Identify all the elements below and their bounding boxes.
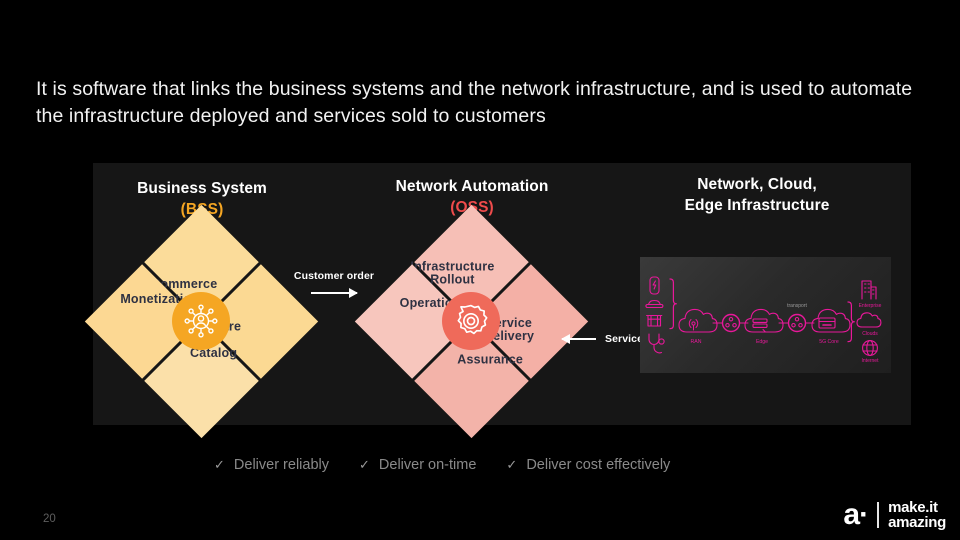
mobile-phone-icon bbox=[649, 276, 660, 295]
logo-divider bbox=[877, 502, 880, 528]
cloud-datacenter-icon bbox=[811, 308, 851, 333]
page-number: 20 bbox=[43, 513, 56, 525]
column-title-network-line1: Network, Cloud, bbox=[697, 176, 817, 193]
network-node-label-edge: Edge bbox=[756, 339, 768, 345]
right-target-label-internet: Internet bbox=[862, 358, 880, 364]
column-title-network-line2: Edge Infrastructure bbox=[684, 197, 830, 214]
cloud-icon bbox=[856, 312, 882, 328]
oss-q1-line2: Rollout bbox=[430, 272, 475, 287]
benefit-item-1-label: Deliver reliably bbox=[233, 457, 329, 473]
logo-wordmark: make.it amazing bbox=[888, 500, 946, 530]
benefit-item-1: ✓ Deliver reliably bbox=[214, 457, 329, 473]
brand-logo: a· make.it amazing bbox=[843, 498, 946, 531]
check-icon: ✓ bbox=[359, 457, 370, 472]
globe-icon bbox=[862, 340, 878, 356]
column-title-bss-main: Business System bbox=[137, 180, 267, 197]
oss-q1-line1: Infrastructure bbox=[410, 259, 495, 274]
service-label: Service bbox=[605, 333, 644, 345]
right-target-label-clouds: Clouds bbox=[862, 331, 878, 337]
customer-order-flow: Customer order bbox=[292, 270, 376, 298]
right-target-label-enterprise: Enterprise bbox=[859, 303, 882, 309]
building-icon bbox=[861, 280, 877, 300]
healthcare-stethoscope-icon bbox=[648, 333, 665, 354]
slide-root: It is software that links the business s… bbox=[0, 0, 960, 540]
customer-order-label: Customer order bbox=[293, 270, 375, 282]
bss-hub bbox=[172, 292, 230, 350]
network-node-label-5gcore: 5G Core bbox=[819, 339, 839, 345]
transport-label: transport bbox=[787, 303, 807, 309]
network-node-label-ran: RAN bbox=[691, 339, 702, 345]
benefit-bullets: ✓ Deliver reliably ✓ Deliver on-time ✓ D… bbox=[214, 457, 754, 473]
check-icon: ✓ bbox=[214, 457, 225, 472]
router-node-icon-2 bbox=[787, 313, 807, 333]
car-icon bbox=[645, 299, 664, 309]
benefit-item-3: ✓ Deliver cost effectively bbox=[506, 457, 670, 473]
column-title-network: Network, Cloud, Edge Infrastructure bbox=[650, 174, 864, 216]
customer-order-arrow bbox=[311, 288, 358, 298]
factory-icon bbox=[646, 314, 663, 327]
arrow-left-icon bbox=[561, 334, 596, 344]
gear-icon bbox=[457, 304, 488, 335]
service-flow: Service bbox=[561, 333, 644, 345]
benefit-item-2-label: Deliver on-time bbox=[378, 457, 477, 473]
customer-network-hub-icon bbox=[184, 304, 218, 338]
slide-headline: It is software that links the business s… bbox=[36, 78, 913, 127]
network-infrastructure-panel: RAN Edge transport 5G Core Enterprise Cl… bbox=[640, 257, 891, 373]
network-topology-diagram: RAN Edge transport 5G Core Enterprise Cl… bbox=[645, 276, 882, 364]
benefit-item-3-label: Deliver cost effectively bbox=[526, 457, 671, 473]
cloud-antenna-icon bbox=[678, 308, 718, 333]
oss-quadrant-assurance-label: Assurance bbox=[457, 352, 524, 367]
arrow-right-icon bbox=[311, 288, 358, 298]
logo-line2: amazing bbox=[888, 514, 946, 531]
column-title-oss-main: Network Automation bbox=[395, 178, 549, 195]
router-node-icon-1 bbox=[721, 313, 741, 333]
logo-mark: a· bbox=[843, 498, 869, 531]
cloud-server-icon bbox=[744, 308, 784, 333]
benefit-item-2: ✓ Deliver on-time bbox=[359, 457, 476, 473]
check-icon: ✓ bbox=[506, 457, 518, 472]
oss-hub bbox=[442, 292, 500, 350]
